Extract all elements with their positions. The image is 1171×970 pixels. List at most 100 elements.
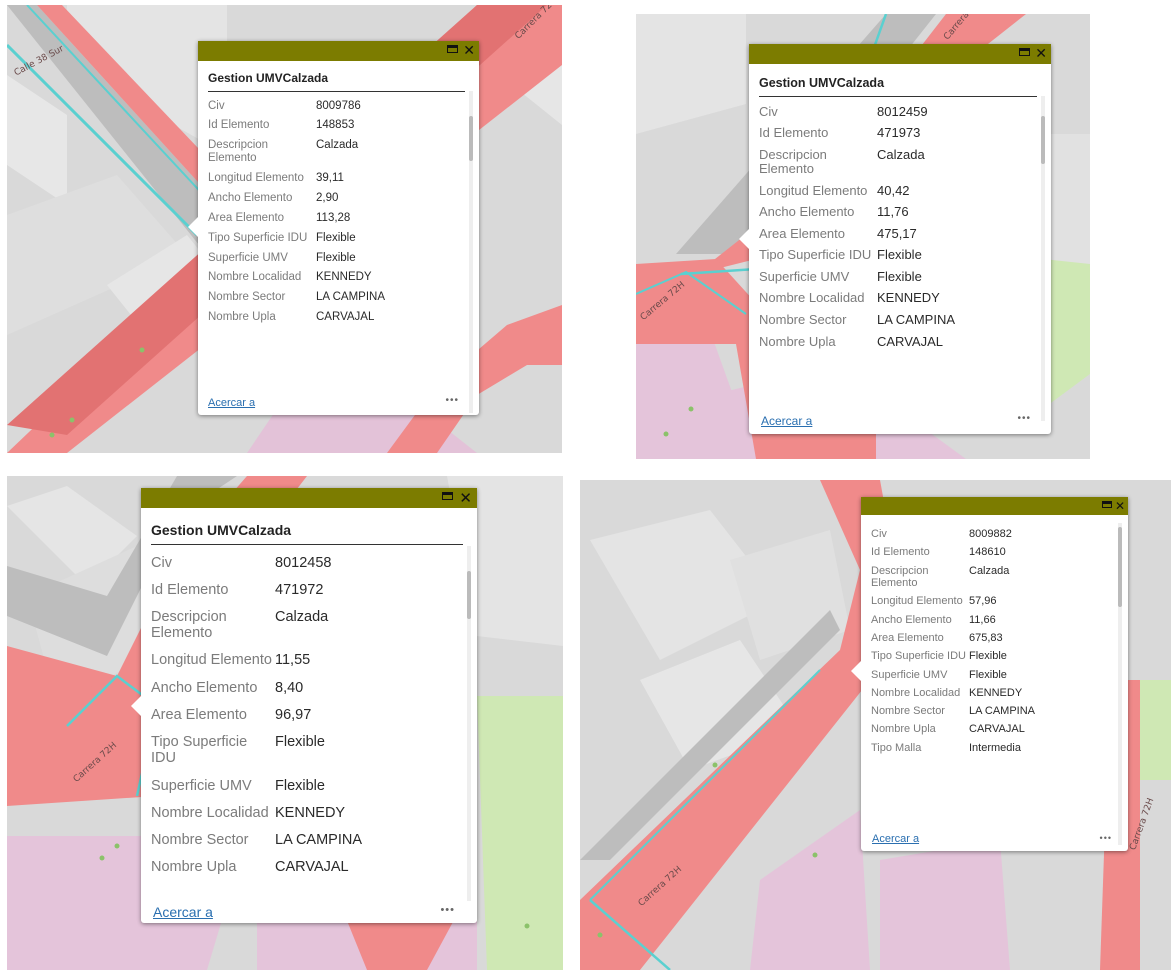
maximize-icon[interactable]	[1019, 48, 1030, 56]
scrollbar[interactable]	[1118, 523, 1122, 845]
attribute-row: Area Elemento 675,83	[871, 629, 1114, 647]
attribute-row: Area Elemento 96,97	[151, 701, 463, 728]
map-panel-2[interactable]: Carrera 72H Carrera 72H ✕ Gestion UMVCal…	[636, 14, 1090, 459]
scrollbar[interactable]	[469, 91, 473, 413]
attribute-row: Superficie UMV Flexible	[151, 772, 463, 799]
attribute-key: Nombre Upla	[151, 859, 237, 876]
attribute-key: Id Elemento	[871, 546, 930, 559]
attribute-table: Civ 8012459 Id Elemento 471973 Descripcion E…	[759, 101, 1037, 353]
attribute-row: Nombre Sector LA CAMPINA	[151, 827, 463, 854]
attribute-key: Nombre Sector	[208, 291, 286, 304]
more-actions-button[interactable]: •••	[440, 904, 455, 916]
attribute-key: Nombre Localidad	[208, 271, 302, 284]
attribute-value: 8012458	[275, 554, 332, 571]
attribute-value: 475,17	[877, 225, 917, 241]
close-icon[interactable]: ✕	[1115, 498, 1125, 514]
close-icon[interactable]: ✕	[463, 42, 475, 60]
attribute-key: Longitud Elemento	[151, 652, 272, 669]
attribute-key: Superficie UMV	[759, 268, 850, 284]
attribute-key: Descripcion Elemento	[151, 608, 227, 642]
popup-window: ✕ Civ 8009882 Id Elemento 148610 Descripcion…	[851, 497, 1128, 851]
popup-title: Gestion UMVCalzada	[208, 71, 465, 92]
scrollbar-thumb[interactable]	[1118, 527, 1122, 607]
more-actions-button[interactable]: •••	[445, 395, 459, 406]
attribute-row: Ancho Elemento 11,66	[871, 611, 1114, 629]
attribute-value: KENNEDY	[969, 686, 1023, 699]
zoom-to-link[interactable]: Acercar a	[153, 904, 213, 920]
maximize-icon[interactable]	[442, 492, 453, 500]
scrollbar[interactable]	[467, 546, 471, 901]
attribute-value: 39,11	[316, 172, 344, 184]
attribute-row: Area Elemento 113,28	[208, 208, 465, 228]
attribute-key: Civ	[871, 528, 887, 540]
attribute-value: LA CAMPINA	[316, 291, 386, 304]
scrollbar[interactable]	[1041, 96, 1045, 421]
attribute-row: Nombre Localidad KENNEDY	[151, 799, 463, 826]
zoom-to-link[interactable]: Acercar a	[761, 414, 812, 428]
map-panel-4[interactable]: Carrera 72H Carrera 72H ✕ Civ 8009882 Id E…	[580, 480, 1171, 970]
attribute-value: 57,96	[969, 595, 997, 608]
zoom-to-link[interactable]: Acercar a	[208, 397, 255, 409]
attribute-value: Calzada	[316, 139, 359, 152]
attribute-row: Nombre Sector LA CAMPINA	[208, 288, 465, 308]
attribute-table: Civ 8009786 Id Elemento 148853 Descripcion E…	[208, 96, 465, 328]
attribute-row: Civ 8009882	[871, 525, 1114, 543]
popup-titlebar: ✕	[861, 497, 1128, 515]
attribute-value: Flexible	[275, 734, 325, 751]
attribute-value: Flexible	[877, 247, 922, 263]
attribute-row: Id Elemento 148853	[208, 116, 465, 136]
attribute-key: Tipo Superficie IDU	[871, 650, 966, 663]
attribute-row: Superficie UMV Flexible	[759, 266, 1037, 288]
attribute-row: Id Elemento 471972	[151, 576, 463, 603]
attribute-row: Tipo Superficie IDU Flexible	[871, 647, 1114, 665]
maximize-icon[interactable]	[1102, 501, 1112, 508]
close-icon[interactable]: ✕	[459, 489, 472, 507]
popup-window: ✕ Gestion UMVCalzada Civ 8009786 Id Elemen…	[188, 41, 479, 415]
attribute-row: Descripcion Elemento Calzada	[151, 603, 463, 646]
attribute-value: 8012459	[877, 103, 928, 119]
popup-content: Civ 8009882 Id Elemento 148610 Descripcion E…	[871, 525, 1114, 827]
attribute-row: Tipo Superficie IDU Flexible	[759, 245, 1037, 267]
attribute-value: LA CAMPINA	[969, 705, 1036, 718]
zoom-to-link[interactable]: Acercar a	[872, 833, 919, 845]
attribute-value: Flexible	[275, 777, 325, 794]
scrollbar-thumb[interactable]	[1041, 116, 1045, 164]
attribute-row: Civ 8012459	[759, 101, 1037, 123]
attribute-value: Calzada	[969, 564, 1010, 577]
attribute-value: Calzada	[877, 146, 925, 162]
attribute-key: Tipo Superficie IDU	[759, 247, 872, 263]
close-icon[interactable]: ✕	[1035, 45, 1047, 63]
popup-titlebar: ✕	[749, 44, 1051, 64]
attribute-value: CARVAJAL	[275, 859, 349, 876]
attribute-row: Tipo Superficie IDU Flexible	[151, 729, 463, 772]
attribute-value: 11,55	[275, 652, 311, 669]
attribute-value: 113,28	[316, 211, 351, 224]
attribute-value: Calzada	[275, 608, 329, 625]
attribute-value: 675,83	[969, 631, 1003, 644]
more-actions-button[interactable]: •••	[1100, 833, 1112, 843]
popup-pointer	[131, 696, 141, 716]
attribute-key: Nombre Localidad	[759, 290, 865, 306]
attribute-row: Nombre Upla CARVAJAL	[208, 308, 465, 328]
attribute-key: Nombre Sector	[151, 832, 249, 849]
attribute-value: 471973	[877, 125, 921, 141]
attribute-key: Nombre Sector	[871, 705, 945, 718]
popup-pointer	[188, 217, 198, 237]
scrollbar-thumb[interactable]	[467, 571, 471, 619]
attribute-key: Superficie UMV	[208, 251, 288, 264]
attribute-value: Flexible	[316, 231, 356, 244]
attribute-key: Nombre Sector	[759, 311, 847, 327]
attribute-value: Flexible	[969, 668, 1007, 681]
maximize-icon[interactable]	[447, 45, 458, 53]
attribute-row: Descripcion Elemento Calzada	[759, 144, 1037, 180]
more-actions-button[interactable]: •••	[1017, 413, 1031, 424]
map-panel-3[interactable]: Carrera 72H ✕ Gestion UMVCalzada Civ 8012…	[7, 476, 563, 970]
attribute-value: 2,90	[316, 191, 339, 204]
map-panel-1[interactable]: Calle 38 Sur Carrera 72H ✕ Gestion UMVCa…	[7, 5, 562, 453]
attribute-key: Nombre Upla	[208, 311, 276, 324]
attribute-value: 471972	[275, 581, 324, 598]
attribute-key: Id Elemento	[759, 125, 829, 141]
attribute-table: Civ 8012458 Id Elemento 471972 Descripcion E…	[151, 549, 463, 881]
scrollbar-thumb[interactable]	[469, 116, 473, 161]
attribute-row: Longitud Elemento 40,42	[759, 180, 1037, 202]
